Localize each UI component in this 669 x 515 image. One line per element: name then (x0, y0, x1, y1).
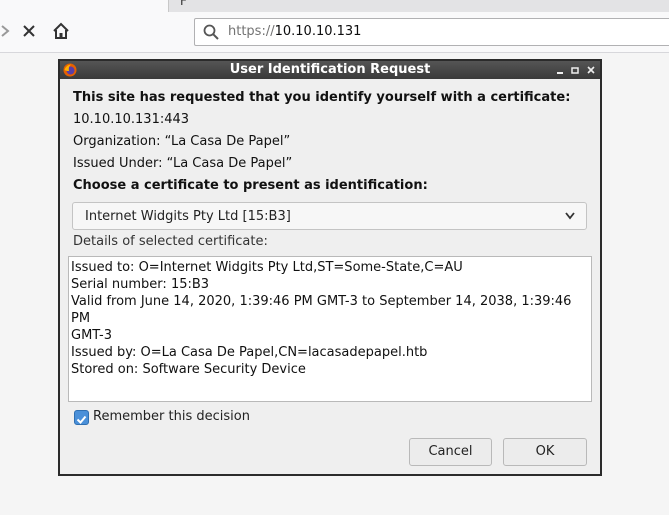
stop-icon[interactable] (18, 20, 40, 42)
forward-icon[interactable] (0, 20, 16, 42)
details-label: Details of selected certificate: (73, 234, 268, 249)
checkmark-icon (76, 415, 87, 424)
certificate-select[interactable]: Internet Widgits Pty Ltd [15:B3] (72, 202, 587, 230)
details-validity-continued: GMT-3 (71, 328, 112, 343)
details-validity: Valid from June 14, 2020, 1:39:46 PM GMT… (71, 294, 572, 326)
minimize-icon[interactable] (554, 64, 566, 76)
tab-strip: F (0, 0, 669, 12)
chevron-down-icon (565, 212, 575, 220)
cancel-button[interactable]: Cancel (409, 438, 492, 466)
maximize-icon[interactable] (569, 64, 581, 76)
user-identification-dialog: User Identification Request This site ha… (58, 59, 602, 476)
remember-decision-label[interactable]: Remember this decision (93, 409, 250, 424)
search-icon (203, 24, 219, 40)
details-stored-on: Stored on: Software Security Device (71, 362, 306, 377)
dialog-titlebar[interactable]: User Identification Request (60, 61, 600, 79)
issued-under-text: Issued Under: “La Casa De Papel” (73, 156, 293, 171)
navigation-toolbar: https://10.10.10.131 (0, 12, 669, 53)
url-host: 10.10.10.131 (274, 24, 362, 39)
url-bar[interactable]: https://10.10.10.131 (194, 18, 669, 46)
details-issued-by: Issued by: O=La Casa De Papel,CN=lacasad… (71, 345, 428, 360)
close-icon[interactable] (585, 64, 597, 76)
dialog-title: User Identification Request (229, 62, 431, 77)
url-text[interactable]: https://10.10.10.131 (228, 24, 361, 39)
dialog-heading: This site has requested that you identif… (73, 90, 571, 105)
host-port: 10.10.10.131:443 (73, 112, 190, 127)
certificate-select-value: Internet Widgits Pty Ltd [15:B3] (85, 209, 291, 224)
remember-decision-checkbox[interactable] (74, 410, 89, 425)
url-scheme: https:// (228, 24, 275, 39)
tab-second-label: F (180, 0, 187, 8)
organization-text: Organization: “La Casa De Papel” (73, 134, 291, 149)
choose-certificate-label: Choose a certificate to present as ident… (73, 178, 428, 193)
home-icon[interactable] (50, 20, 72, 42)
tab-active[interactable] (0, 0, 169, 12)
certificate-details-textarea[interactable]: Issued to: O=Internet Widgits Pty Ltd,ST… (68, 256, 592, 402)
details-serial-number: Serial number: 15:B3 (71, 277, 210, 292)
ok-button[interactable]: OK (503, 438, 587, 466)
tab-second[interactable]: F (168, 0, 208, 12)
details-issued-to: Issued to: O=Internet Widgits Pty Ltd,ST… (71, 260, 463, 275)
